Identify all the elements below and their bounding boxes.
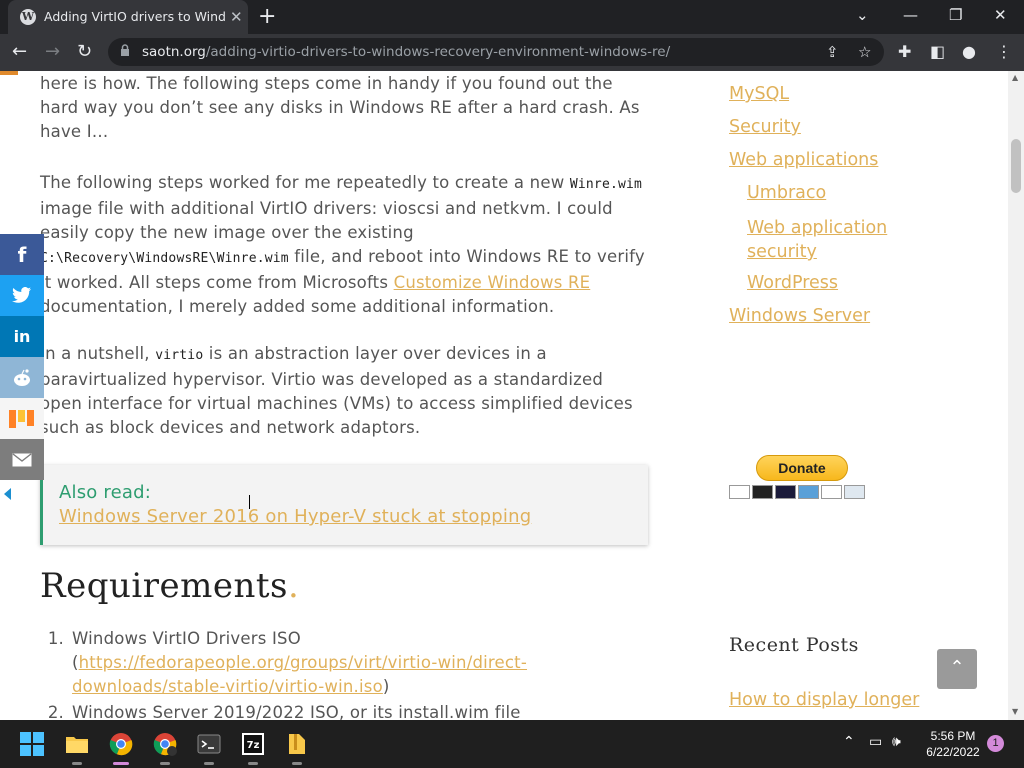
discover-card-icon	[821, 485, 842, 499]
reload-icon[interactable]: ↻	[77, 41, 92, 62]
also-read-link[interactable]: Windows Server 2016 on Hyper-V stuck at …	[59, 505, 531, 529]
file-explorer-icon[interactable]	[65, 732, 89, 765]
recent-posts-heading: Recent Posts	[729, 634, 859, 656]
list-item: 1. Windows VirtIO Drivers ISO (https://f…	[47, 629, 528, 696]
code-winre-path: C:\Recovery\WindowsRE\Winre.wim	[40, 251, 289, 266]
forward-arrow-icon[interactable]: →	[45, 41, 60, 62]
paragraph-steps: The following steps worked for me repeat…	[40, 173, 645, 316]
wordpress-favicon-icon: W	[20, 9, 36, 25]
web-page: here is how. The following steps come in…	[0, 71, 1008, 720]
terminal-icon[interactable]	[197, 732, 221, 765]
url-text: saotn.org/adding-virtio-drivers-to-windo…	[142, 44, 671, 60]
scroll-to-top-button[interactable]: ⌃	[937, 649, 977, 689]
scroll-up-arrow-icon[interactable]: ▲	[1012, 73, 1018, 82]
mastercard-icon	[752, 485, 773, 499]
header-accent-bar	[0, 71, 18, 75]
customize-windows-re-link[interactable]: Customize Windows RE	[394, 273, 591, 292]
mix-share-icon[interactable]	[0, 398, 44, 439]
address-bar[interactable]: saotn.org/adding-virtio-drivers-to-windo…	[108, 38, 884, 66]
category-web-application-security-link[interactable]: Web application security	[747, 216, 907, 264]
reddit-share-icon[interactable]	[0, 357, 44, 398]
category-mysql-link[interactable]: MySQL	[729, 84, 789, 104]
profile-avatar-icon[interactable]: ●	[962, 42, 976, 61]
also-read-label: Also read:	[59, 482, 152, 503]
share-bar-collapse-icon[interactable]	[4, 488, 11, 500]
paragraph-intro: here is how. The following steps come in…	[40, 74, 640, 141]
social-share-bar: f in	[0, 234, 44, 480]
payment-cards	[729, 485, 865, 501]
scrollbar-thumb[interactable]	[1011, 139, 1021, 193]
back-arrow-icon[interactable]: ←	[12, 41, 27, 62]
donate-button[interactable]: Donate	[756, 455, 848, 481]
requirements-heading: Requirements.	[40, 566, 300, 606]
visa-card-icon	[729, 485, 750, 499]
lock-icon	[121, 44, 129, 56]
tray-overflow-chevron-icon[interactable]: ⌃	[843, 734, 855, 750]
virtio-iso-link[interactable]: https://fedorapeople.org/groups/virt/vir…	[72, 653, 527, 696]
start-windows-icon[interactable]	[20, 732, 44, 756]
share-icon[interactable]: ⇪	[826, 43, 839, 61]
restore-icon[interactable]: ❐	[949, 6, 962, 24]
email-share-icon[interactable]	[0, 439, 44, 480]
category-umbraco-link[interactable]: Umbraco	[747, 183, 826, 203]
maestro-card-icon	[775, 485, 796, 499]
chrome-icon[interactable]	[109, 732, 133, 765]
svg-text:7z: 7z	[247, 740, 260, 751]
category-windows-server-link[interactable]: Windows Server	[729, 306, 870, 326]
scroll-down-arrow-icon[interactable]: ▼	[1012, 707, 1018, 716]
code-winre: Winre.wim	[569, 177, 643, 192]
windows-taskbar: 7z ⌃ ▭ 🕪 5:56 PM 6/22/2022 1	[0, 720, 1024, 768]
text-cursor	[249, 495, 252, 509]
category-security-link[interactable]: Security	[729, 117, 801, 137]
volume-icon[interactable]: 🕪	[892, 734, 901, 750]
recent-post-link[interactable]: How to display longer	[729, 690, 919, 710]
jcb-card-icon	[844, 485, 865, 499]
category-web-applications-link[interactable]: Web applications	[729, 150, 878, 170]
facebook-share-icon[interactable]: f	[0, 234, 44, 275]
7zip-icon[interactable]: 7z	[241, 732, 265, 765]
chrome-profile-icon[interactable]	[153, 732, 177, 765]
paragraph-virtio: In a nutshell, virtio is an abstraction …	[40, 344, 633, 437]
clock-time: 5:56 PM	[930, 729, 976, 743]
clock-date: 6/22/2022	[926, 745, 980, 759]
side-panel-icon[interactable]: ◧	[930, 42, 945, 61]
linkedin-share-icon[interactable]: in	[0, 316, 44, 357]
amex-card-icon	[798, 485, 819, 499]
new-tab-icon[interactable]: +	[258, 4, 276, 29]
notification-badge[interactable]: 1	[987, 735, 1004, 752]
extensions-puzzle-icon[interactable]: ✚	[898, 42, 911, 61]
page-scrollbar[interactable]: ▲ ▼	[1008, 71, 1024, 720]
minimize-icon[interactable]: —	[903, 6, 918, 24]
bookmark-star-icon[interactable]: ☆	[858, 43, 871, 61]
tab-close-icon[interactable]: ✕	[230, 8, 243, 26]
browser-toolbar: ← → ↻ saotn.org/adding-virtio-drivers-to…	[0, 34, 1024, 71]
twitter-share-icon[interactable]	[0, 275, 44, 316]
zip-folder-icon[interactable]	[285, 732, 309, 765]
code-virtio: virtio	[155, 348, 204, 363]
close-window-icon[interactable]: ✕	[994, 6, 1007, 24]
tab-search-chevron-icon[interactable]: ⌄	[856, 6, 869, 24]
also-read-box: Also read: Windows Server 2016 on Hyper-…	[40, 465, 648, 545]
system-clock[interactable]: 5:56 PM 6/22/2022	[918, 728, 988, 760]
list-item: 2. Windows Server 2019/2022 ISO, or its …	[47, 703, 521, 720]
tab-title: Adding VirtIO drivers to Windows Recover…	[44, 9, 226, 24]
tab-strip: W Adding VirtIO drivers to Windows Recov…	[0, 0, 1024, 34]
browser-tab-active[interactable]: W Adding VirtIO drivers to Windows Recov…	[8, 0, 248, 34]
menu-kebab-icon[interactable]: ⋮	[996, 42, 1012, 61]
network-icon[interactable]: ▭	[869, 734, 882, 750]
category-wordpress-link[interactable]: WordPress	[747, 273, 838, 293]
